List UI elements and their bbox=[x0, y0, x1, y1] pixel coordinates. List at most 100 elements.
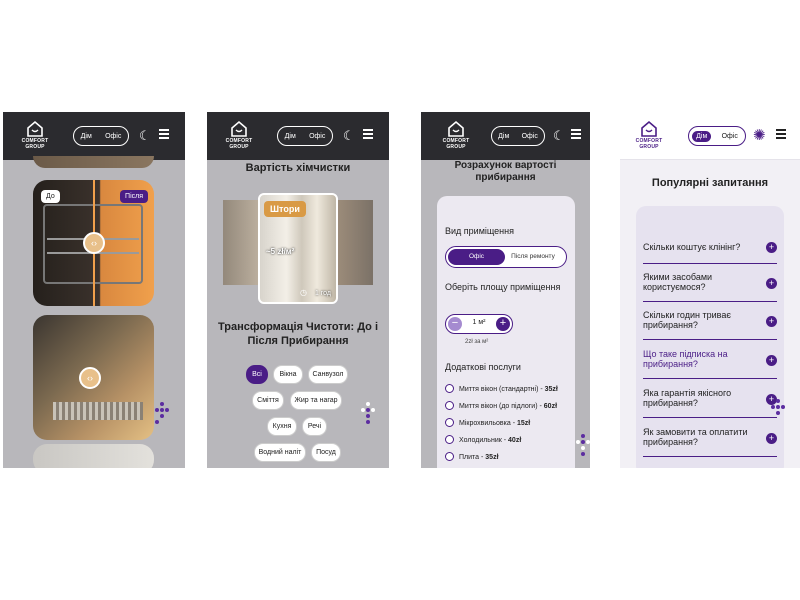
filter-chip-kitchen[interactable]: Кухня bbox=[267, 417, 297, 436]
room-type-after-repair[interactable]: Після ремонту bbox=[504, 249, 562, 265]
service-option[interactable]: Миття вікон (до підлоги) - 60zł bbox=[445, 401, 557, 410]
calculator-card: Вид приміщення Офіс Після ремонту Оберіт… bbox=[437, 196, 575, 468]
home-office-toggle[interactable]: Дім Офіс bbox=[73, 126, 129, 146]
moon-icon[interactable]: ☾ bbox=[553, 128, 565, 144]
toggle-office[interactable]: Офіс bbox=[518, 131, 542, 142]
faq-item[interactable]: Скільки годин триває прибирання? + bbox=[643, 310, 777, 340]
compare-slider-handle[interactable]: ‹› bbox=[83, 232, 105, 254]
service-option[interactable]: Миття вікон (стандартні) - 35zł bbox=[445, 384, 558, 393]
room-type-office[interactable]: Офіс bbox=[448, 249, 505, 265]
logo[interactable]: COMFORT GROUP bbox=[632, 120, 666, 150]
faq-item[interactable]: Скільки коштує клінінг? + bbox=[643, 242, 777, 264]
gallery-photo bbox=[33, 156, 154, 168]
area-label: Оберіть площу приміщення bbox=[445, 282, 561, 292]
plus-icon[interactable]: + bbox=[766, 278, 777, 289]
screen-dry-cleaning-prices: COMFORT GROUP Дім Офіс ☾ Вартість хімчис… bbox=[207, 112, 389, 468]
house-logo-icon bbox=[27, 120, 43, 137]
before-after-photo-oven[interactable]: ‹› До Після bbox=[33, 180, 154, 306]
house-logo-icon bbox=[641, 120, 657, 137]
before-tag: До bbox=[41, 190, 60, 203]
page-title: Вартість хімчистки bbox=[245, 162, 351, 174]
faq-item[interactable]: Якими засобами користуємося? + bbox=[643, 272, 777, 302]
toggle-office[interactable]: Офіс bbox=[305, 131, 329, 142]
header: COMFORT GROUP Дім Офіс ☾ bbox=[421, 112, 590, 160]
section-title: Трансформація Чистоти: До і Після Прибир… bbox=[217, 321, 379, 347]
room-type-toggle[interactable]: Офіс Після ремонту bbox=[445, 246, 567, 268]
service-option[interactable]: Холодильник - 40zł bbox=[445, 435, 521, 444]
service-duration: 1 год bbox=[314, 290, 331, 297]
faq-item[interactable]: Яка гарантія якісного прибирання? + bbox=[643, 388, 777, 418]
extra-services-label: Додаткові послуги bbox=[445, 362, 521, 372]
faq-item-active[interactable]: Що таке підписка на прибирання? + bbox=[643, 349, 777, 379]
sun-icon[interactable]: ✺ bbox=[753, 126, 766, 144]
service-card-curtains[interactable]: Штори ~5 zł/м² ◷ 1 год bbox=[258, 193, 338, 304]
toggle-home[interactable]: Дім bbox=[494, 131, 513, 142]
page-title: Популярні запитання bbox=[651, 177, 769, 189]
area-value: 1 м² bbox=[472, 319, 486, 326]
radio-icon[interactable] bbox=[445, 418, 454, 427]
area-increase-button[interactable]: + bbox=[496, 317, 510, 331]
plus-icon[interactable]: + bbox=[766, 433, 777, 444]
home-office-toggle[interactable]: Дім Офіс bbox=[491, 126, 545, 146]
hamburger-icon[interactable] bbox=[776, 129, 786, 141]
logo-text-2: GROUP bbox=[229, 144, 249, 150]
home-office-toggle[interactable]: Дім Офіс bbox=[688, 126, 746, 146]
logo[interactable]: COMFORT GROUP bbox=[439, 120, 473, 150]
radio-icon[interactable] bbox=[445, 401, 454, 410]
toggle-office[interactable]: Офіс bbox=[718, 131, 742, 142]
faq-question: Яка гарантія якісного прибирання? bbox=[643, 388, 732, 408]
filter-chip-windows[interactable]: Вікна bbox=[273, 365, 303, 384]
home-office-toggle[interactable]: Дім Офіс bbox=[277, 126, 333, 146]
header: COMFORT GROUP Дім Офіс ☾ bbox=[207, 112, 389, 160]
house-logo-icon bbox=[448, 120, 464, 137]
faq-question: Якими засобами користуємося? bbox=[643, 272, 713, 292]
filter-chip-bathroom[interactable]: Санвузол bbox=[308, 365, 348, 384]
faq-card: Скільки коштує клінінг? + Якими засобами… bbox=[636, 206, 784, 468]
toggle-home[interactable]: Дім bbox=[692, 130, 712, 142]
toggle-home[interactable]: Дім bbox=[281, 131, 300, 142]
plus-icon[interactable]: + bbox=[766, 355, 777, 366]
hamburger-icon[interactable] bbox=[363, 129, 373, 141]
before-after-photo-room[interactable]: ‹› bbox=[33, 315, 154, 440]
toggle-home[interactable]: Дім bbox=[77, 131, 96, 142]
area-stepper[interactable]: − 1 м² + bbox=[445, 314, 513, 334]
service-name-badge: Штори bbox=[264, 201, 306, 217]
filter-chip-limescale[interactable]: Водний наліт bbox=[254, 443, 306, 462]
hamburger-icon[interactable] bbox=[571, 129, 581, 141]
service-option[interactable]: Плита - 35zł bbox=[445, 452, 499, 461]
filter-chip-all[interactable]: Всі bbox=[246, 365, 268, 384]
filter-chip-things[interactable]: Речі bbox=[302, 417, 327, 436]
page-title: Розрахунок вартості прибирання bbox=[454, 160, 557, 183]
screen-faq: COMFORT GROUP Дім Офіс ✺ Популярні запит… bbox=[620, 112, 800, 468]
radio-icon[interactable] bbox=[445, 452, 454, 461]
logo[interactable]: COMFORT GROUP bbox=[18, 120, 52, 150]
radio-icon[interactable] bbox=[445, 384, 454, 393]
radio-icon[interactable] bbox=[445, 435, 454, 444]
filter-chip-trash[interactable]: Сміття bbox=[252, 391, 284, 410]
moon-icon[interactable]: ☾ bbox=[343, 128, 355, 144]
plus-icon[interactable]: + bbox=[766, 316, 777, 327]
service-price: ~5 zł/м² bbox=[266, 247, 295, 256]
filter-chip-grease[interactable]: Жир та нагар bbox=[290, 391, 342, 410]
room-type-label: Вид приміщення bbox=[445, 226, 514, 236]
hamburger-icon[interactable] bbox=[159, 129, 169, 141]
faq-item[interactable]: Як замовити та оплатити прибирання? + bbox=[643, 427, 777, 457]
logo-text-2: GROUP bbox=[446, 144, 466, 150]
faq-question: Скільки годин триває прибирання? bbox=[643, 310, 731, 330]
faq-question: Скільки коштує клінінг? bbox=[643, 242, 741, 252]
logo-text-2: GROUP bbox=[639, 144, 659, 150]
screen-cleaning-calculator: COMFORT GROUP Дім Офіс ☾ Розрахунок варт… bbox=[421, 112, 590, 468]
compare-slider-handle-2[interactable]: ‹› bbox=[79, 367, 101, 389]
moon-icon[interactable]: ☾ bbox=[139, 128, 151, 144]
service-option[interactable]: Мікрохвильовка - 15zł bbox=[445, 418, 530, 427]
toggle-office[interactable]: Офіс bbox=[101, 131, 125, 142]
plus-icon[interactable]: + bbox=[766, 242, 777, 253]
after-tag: Після bbox=[120, 190, 148, 203]
logo[interactable]: COMFORT GROUP bbox=[222, 120, 256, 150]
area-decrease-button[interactable]: − bbox=[448, 317, 462, 331]
header: COMFORT GROUP Дім Офіс ✺ bbox=[620, 112, 800, 160]
filter-chip-dishes[interactable]: Посуд bbox=[311, 443, 341, 462]
gallery-photo-next bbox=[33, 444, 154, 468]
header: COMFORT GROUP Дім Офіс ☾ bbox=[3, 112, 185, 160]
screen-before-after-gallery: COMFORT GROUP Дім Офіс ☾ ‹› До Після ‹› bbox=[3, 112, 185, 468]
